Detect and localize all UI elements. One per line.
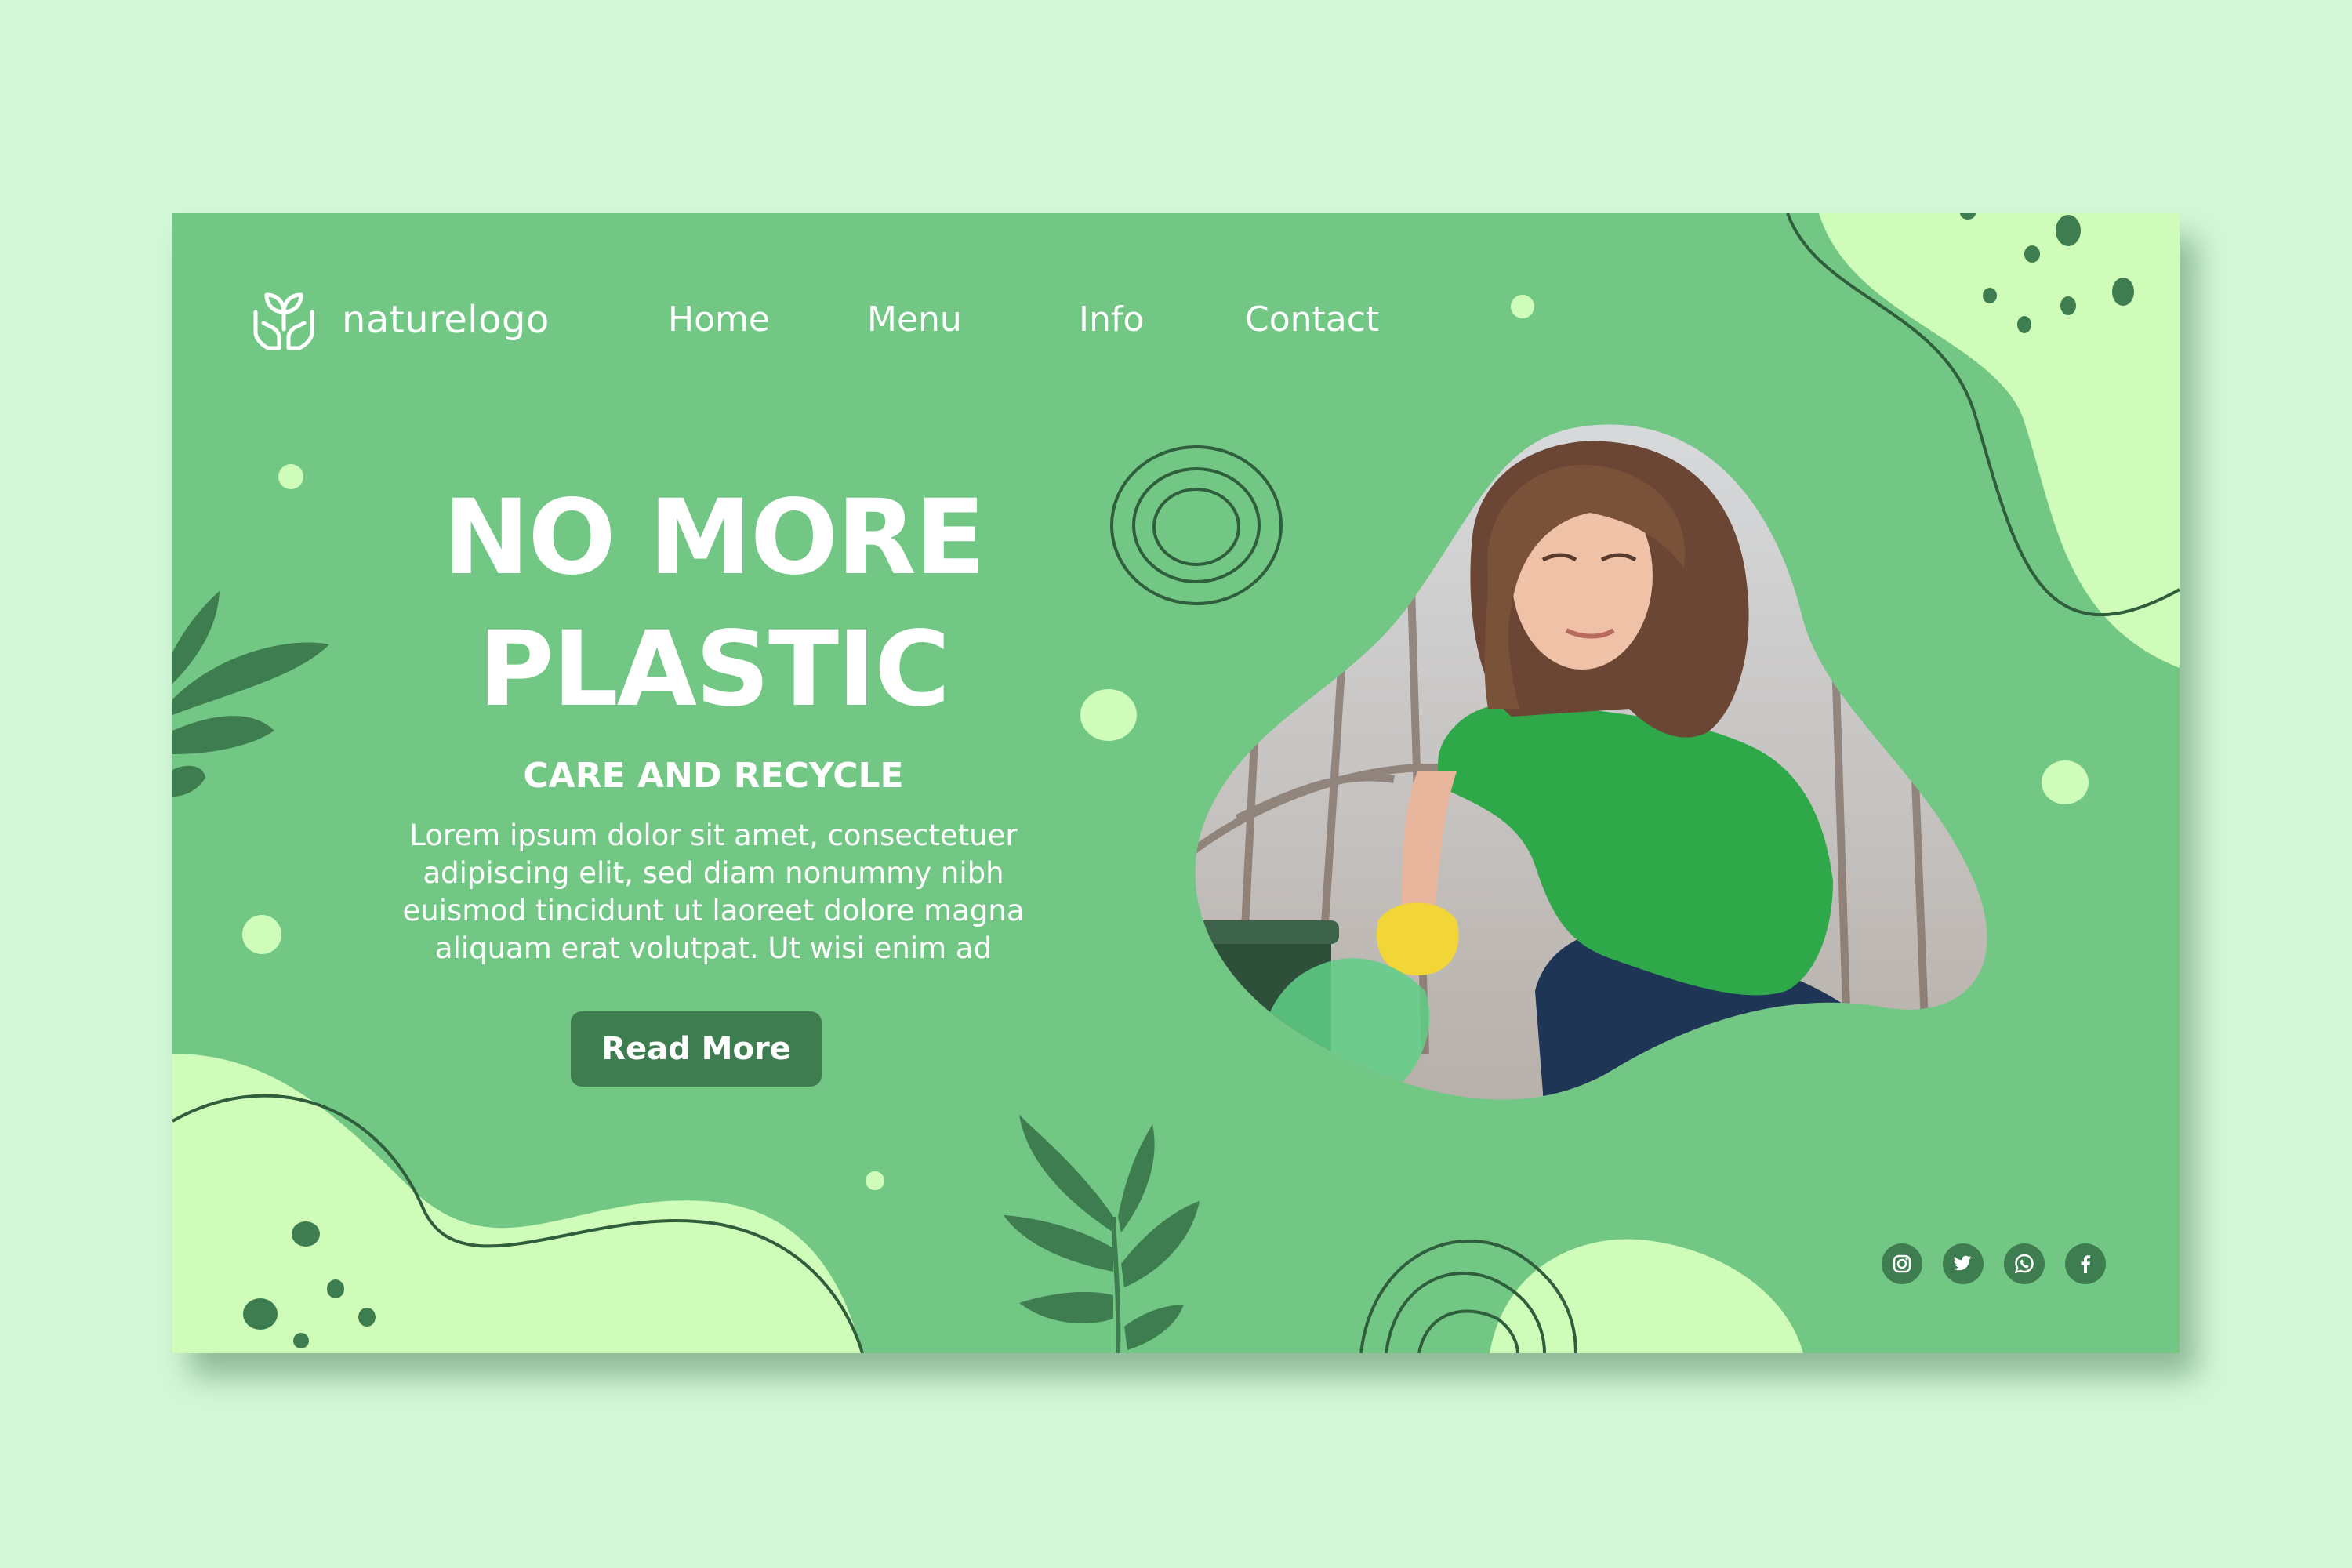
twitter-link[interactable] (1943, 1243, 1984, 1284)
headline-line-1: NO MORE (442, 477, 985, 598)
twitter-icon (1953, 1255, 1972, 1271)
dot (243, 1298, 278, 1330)
social-links (1882, 1243, 2126, 1284)
instagram-icon (1893, 1254, 1911, 1273)
hero-body-text: Lorem ipsum dolor sit amet, consectetuer… (368, 817, 1058, 967)
dot (292, 1221, 320, 1247)
light-dot (278, 464, 303, 489)
body-line: adipiscing elit, sed diam nonummy nibh (423, 856, 1004, 890)
body-line: aliquam erat volutpat. Ut wisi enim ad (434, 931, 993, 965)
body-line: Lorem ipsum dolor sit amet, consectetuer (409, 818, 1018, 852)
hero-photo (1195, 424, 1987, 1100)
hero-headline: NO MORE PLASTIC (368, 472, 1058, 735)
hero-subheading: CARE AND RECYCLE (523, 756, 904, 796)
read-more-button[interactable]: Read More (571, 1011, 822, 1087)
nav-home[interactable]: Home (668, 299, 770, 339)
light-dot (1080, 689, 1137, 741)
whatsapp-icon (2014, 1254, 2034, 1274)
dot (293, 1333, 309, 1348)
main-nav: Home Menu Info Contact (172, 299, 2180, 347)
body-line: euismod tincidunt ut laoreet dolore magn… (402, 894, 1025, 927)
bottom-center-blob (1490, 1239, 1803, 1353)
instagram-link[interactable] (1882, 1243, 1922, 1284)
light-dot (2042, 760, 2089, 804)
light-dot (866, 1171, 884, 1190)
headline-line-2: PLASTIC (477, 609, 950, 730)
light-dot (242, 915, 281, 954)
whatsapp-link[interactable] (2004, 1243, 2045, 1284)
nav-info[interactable]: Info (1079, 299, 1144, 339)
nav-contact[interactable]: Contact (1245, 299, 1379, 339)
nav-menu[interactable]: Menu (867, 299, 962, 339)
landing-page-card: naturelogo Home Menu Info Contact NO MOR… (172, 213, 2180, 1353)
facebook-link[interactable] (2065, 1243, 2106, 1284)
dot (358, 1308, 376, 1327)
left-leaves (172, 591, 329, 797)
dot (2056, 215, 2081, 246)
dot (327, 1279, 344, 1298)
facebook-icon (2081, 1255, 2091, 1273)
dot (2024, 245, 2040, 263)
